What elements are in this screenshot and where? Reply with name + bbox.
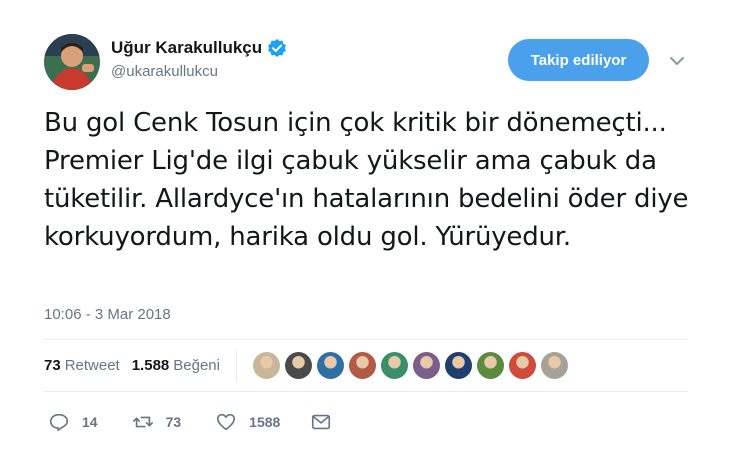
envelope-icon xyxy=(312,414,331,430)
retweet-icon xyxy=(132,416,153,428)
liker-avatar[interactable] xyxy=(348,352,376,379)
retweet-action-count: 73 xyxy=(165,414,182,430)
liker-avatar[interactable] xyxy=(540,352,568,379)
liker-avatar[interactable] xyxy=(508,352,536,379)
like-label: Beğeni xyxy=(173,357,220,374)
divider xyxy=(44,391,688,392)
reply-icon xyxy=(49,413,69,432)
user-handle[interactable]: @ukarakullukcu xyxy=(111,63,287,80)
liker-avatar[interactable] xyxy=(476,352,504,379)
tweet-timestamp[interactable]: 10:06 - 3 Mar 2018 xyxy=(44,306,171,323)
chevron-down-icon[interactable] xyxy=(668,52,686,70)
display-name-row[interactable]: Uğur Karakullukçu xyxy=(111,38,287,58)
display-name[interactable]: Uğur Karakullukçu xyxy=(111,38,262,58)
verified-badge-icon xyxy=(267,38,287,58)
liker-avatar[interactable] xyxy=(316,352,344,379)
liker-avatar[interactable] xyxy=(412,352,440,379)
user-info: Uğur Karakullukçu @ukarakullukcu xyxy=(111,38,287,80)
tweet-actions: 14 73 1588 xyxy=(48,406,344,438)
reply-button[interactable]: 14 xyxy=(48,411,98,433)
stats-separator xyxy=(235,349,237,382)
like-count: 1.588 xyxy=(131,357,170,374)
like-stat[interactable]: 1.588 Beğeni xyxy=(132,357,220,374)
tweet-stats: 73 Retweet 1.588 Beğeni xyxy=(44,340,688,391)
tweet-card: Uğur Karakullukçu @ukarakullukcu Takip e… xyxy=(0,0,731,462)
retweet-label: Retweet xyxy=(64,357,120,374)
heart-icon xyxy=(217,413,236,431)
like-button[interactable]: 1588 xyxy=(215,411,280,433)
direct-message-button[interactable] xyxy=(310,411,344,433)
retweet-stat[interactable]: 73 Retweet xyxy=(44,357,120,374)
tweet-header: Uğur Karakullukçu @ukarakullukcu Takip e… xyxy=(44,34,694,94)
liker-avatar[interactable] xyxy=(444,352,472,379)
liker-avatar[interactable] xyxy=(252,352,280,379)
like-action-count: 1588 xyxy=(249,414,281,430)
avatar[interactable] xyxy=(44,34,100,90)
liker-avatar[interactable] xyxy=(380,352,408,379)
following-button[interactable]: Takip ediliyor xyxy=(508,39,649,81)
liker-avatar[interactable] xyxy=(284,352,312,379)
retweet-button[interactable]: 73 xyxy=(132,411,182,433)
retweet-count: 73 xyxy=(44,357,61,374)
reply-count: 14 xyxy=(82,414,98,430)
likers-avatars xyxy=(252,352,573,379)
tweet-text: Bu gol Cenk Tosun için çok kritik bir dö… xyxy=(44,108,689,252)
